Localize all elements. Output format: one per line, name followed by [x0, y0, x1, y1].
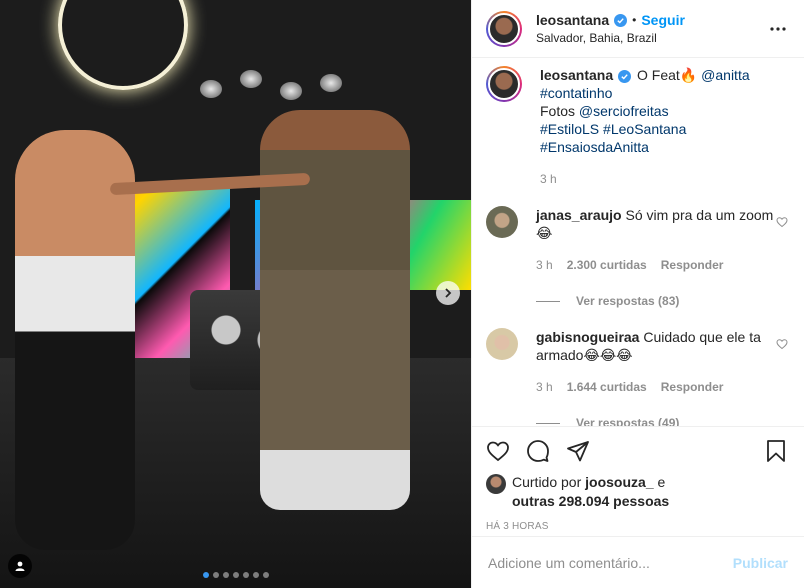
verified-badge-icon	[614, 13, 628, 27]
liked-by-joiner: e	[653, 474, 666, 490]
caption: leosantana O Feat🔥 @anitta #contatinho F…	[486, 66, 788, 188]
comment-username[interactable]: gabisnogueiraa	[536, 329, 639, 345]
verified-badge-icon	[618, 70, 632, 83]
hashtag-link[interactable]: #EnsaiosdaAnitta	[540, 139, 649, 155]
carousel-dot	[232, 572, 239, 578]
liker-avatar[interactable]	[486, 474, 506, 494]
hashtag-link[interactable]: #LeoSantana	[603, 121, 686, 137]
more-options-button[interactable]	[766, 26, 790, 31]
mention-link[interactable]: @anitta	[701, 67, 749, 83]
person-icon	[15, 561, 25, 571]
view-replies-label: Ver respostas (49)	[576, 416, 680, 426]
hashtag-link[interactable]: #contatinho	[540, 85, 612, 101]
view-replies-button[interactable]: Ver respostas (49)	[536, 414, 776, 426]
photos-credit-text: Fotos	[540, 103, 579, 119]
caption-text: O Feat🔥	[633, 67, 702, 83]
comment-like-heart-icon[interactable]	[776, 216, 788, 228]
author-username[interactable]: leosantana	[536, 12, 609, 28]
reply-button[interactable]: Responder	[661, 256, 724, 274]
commenter-avatar[interactable]	[486, 328, 518, 360]
post-modal: leosantana • Seguir Salvador, Bahia, Bra…	[0, 0, 804, 588]
comment-time[interactable]: 3 h	[536, 256, 553, 274]
post-location[interactable]: Salvador, Bahia, Brazil	[536, 31, 766, 45]
post-photo[interactable]	[0, 0, 471, 588]
post-header: leosantana • Seguir Salvador, Bahia, Bra…	[472, 0, 804, 58]
reply-button[interactable]: Responder	[661, 378, 724, 396]
chevron-right-icon	[445, 288, 452, 298]
more-horizontal-icon	[770, 26, 786, 31]
caption-avatar[interactable]	[486, 66, 522, 102]
performer-man	[260, 110, 410, 510]
likes-count-link[interactable]: outras 298.094 pessoas	[512, 493, 669, 509]
mention-link[interactable]: @serciofreitas	[579, 103, 669, 119]
comments-list[interactable]: leosantana O Feat🔥 @anitta #contatinho F…	[472, 58, 804, 426]
view-replies-button[interactable]: Ver respostas (83)	[536, 292, 776, 310]
author-avatar[interactable]	[486, 10, 522, 47]
publish-button[interactable]: Publicar	[733, 555, 788, 571]
next-photo-button[interactable]	[436, 281, 460, 305]
caption-time[interactable]: 3 h	[540, 170, 557, 188]
comment-like-heart-icon[interactable]	[776, 338, 788, 350]
liked-by-prefix: Curtido por	[512, 474, 586, 490]
follow-button[interactable]: Seguir	[641, 12, 685, 28]
carousel-dot	[252, 572, 259, 578]
save-bookmark-icon[interactable]	[764, 439, 788, 463]
liker-username[interactable]: joosouza_	[585, 474, 653, 490]
comment-input[interactable]	[488, 554, 733, 571]
comment-username[interactable]: janas_araujo	[536, 207, 622, 223]
carousel-dot	[202, 572, 209, 578]
add-comment-bar: Publicar	[472, 536, 804, 588]
share-paper-plane-icon[interactable]	[566, 439, 590, 463]
likes-summary: Curtido por joosouza_ e outras 298.094 p…	[486, 473, 788, 511]
comment-likes[interactable]: 1.644 curtidas	[567, 378, 647, 396]
separator-dot: •	[632, 13, 637, 27]
carousel-dot	[262, 572, 269, 578]
view-replies-label: Ver respostas (83)	[576, 294, 680, 308]
carousel-dot	[222, 572, 229, 578]
comment-time[interactable]: 3 h	[536, 378, 553, 396]
caption-username[interactable]: leosantana	[540, 67, 613, 83]
concert-photo	[0, 0, 471, 588]
comment-item: janas_araujo Só vim pra da um zoom😂 3 h …	[486, 206, 788, 310]
post-side-panel: leosantana • Seguir Salvador, Bahia, Bra…	[471, 0, 804, 588]
post-timestamp[interactable]: HÁ 3 HORAS	[486, 521, 788, 532]
comment-bubble-icon[interactable]	[526, 439, 550, 463]
carousel-dot	[242, 572, 249, 578]
hashtag-link[interactable]: #EstiloLS	[540, 121, 599, 137]
carousel-indicator	[0, 572, 471, 578]
commenter-avatar[interactable]	[486, 206, 518, 238]
stage-light-ring	[58, 0, 188, 90]
like-heart-icon[interactable]	[486, 439, 510, 463]
comment-item: gabisnogueiraa Cuidado que ele ta armado…	[486, 328, 788, 426]
comment-likes[interactable]: 2.300 curtidas	[567, 256, 647, 274]
stage-lights	[200, 70, 350, 110]
carousel-dot	[212, 572, 219, 578]
